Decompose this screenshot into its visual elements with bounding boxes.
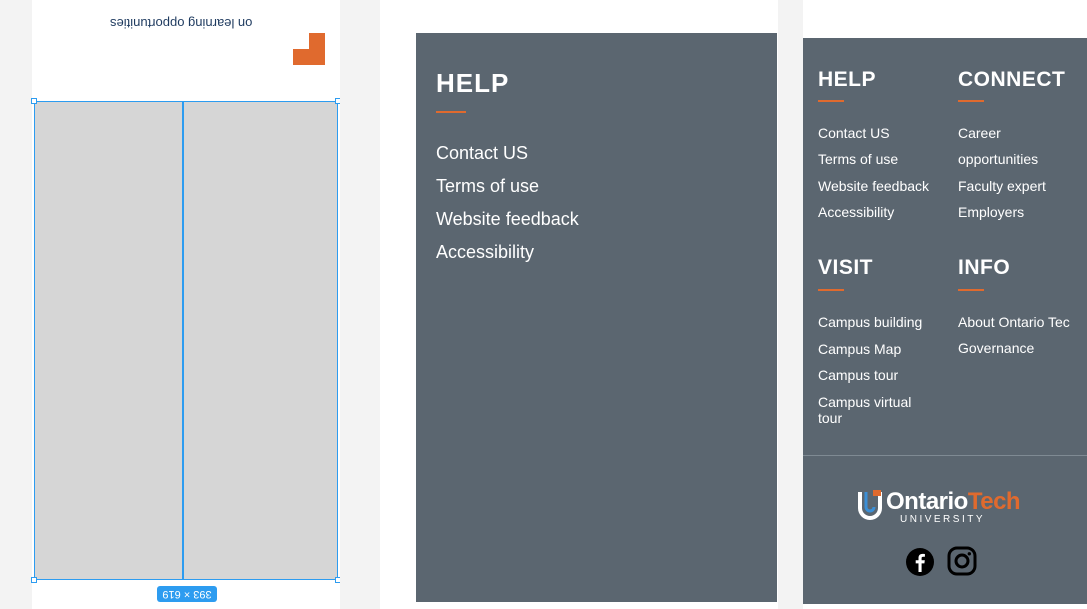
- resize-handle-top-left[interactable]: [31, 98, 37, 104]
- help-heading: HELP: [818, 68, 877, 91]
- dimension-badge: 393 × 619: [157, 586, 217, 602]
- link-terms-of-use[interactable]: Terms of use: [818, 151, 898, 167]
- shield-logo-icon: [858, 490, 882, 520]
- canvas-gutter-left: [0, 0, 32, 609]
- link-employers[interactable]: Employers: [958, 204, 1024, 220]
- mirrored-caption: on learning opportunities: [110, 16, 253, 31]
- link-campus-map[interactable]: Campus Map: [818, 341, 901, 357]
- resize-handle-bottom-left[interactable]: [31, 577, 37, 583]
- selected-frame[interactable]: [34, 101, 338, 580]
- link-campus-building[interactable]: Campus building: [818, 314, 922, 330]
- link-faculty-expert[interactable]: Faculty expert: [958, 178, 1046, 194]
- link-contact-us[interactable]: Contact US: [818, 125, 890, 141]
- link-campus-virtual-tour-cont[interactable]: tour: [818, 410, 842, 426]
- logo-word-main: Ontario: [886, 488, 968, 515]
- link-campus-virtual-tour[interactable]: Campus virtual: [818, 394, 911, 410]
- link-contact-us[interactable]: Contact US: [436, 143, 528, 164]
- footer-panel-mobile: [416, 33, 777, 602]
- link-campus-tour[interactable]: Campus tour: [818, 367, 898, 383]
- facebook-icon[interactable]: [905, 547, 935, 577]
- link-career-opportunities[interactable]: opportunities: [958, 151, 1038, 167]
- canvas-gutter: [340, 0, 380, 609]
- logo-subtitle: UNIVERSITY: [900, 514, 986, 525]
- logo-word-accent: Tech: [967, 488, 1021, 515]
- heading-accent-line: [958, 100, 984, 102]
- heading-accent-line: [958, 289, 984, 291]
- connect-heading: CONNECT: [958, 68, 1066, 91]
- canvas-gutter: [778, 0, 803, 609]
- link-accessibility[interactable]: Accessibility: [818, 204, 894, 220]
- logo-wordmark: OntarioTech: [886, 488, 1021, 516]
- link-about-ontario-tech[interactable]: About Ontario Tec: [958, 314, 1070, 330]
- heading-accent-line: [818, 289, 844, 291]
- link-terms-of-use[interactable]: Terms of use: [436, 176, 539, 197]
- heading-accent-line: [818, 100, 844, 102]
- info-heading: INFO: [958, 256, 1011, 279]
- help-heading: HELP: [436, 68, 510, 98]
- link-accessibility[interactable]: Accessibility: [436, 242, 534, 263]
- link-website-feedback[interactable]: Website feedback: [436, 209, 579, 230]
- link-career[interactable]: Career: [958, 125, 1001, 141]
- heading-accent-line: [436, 111, 466, 113]
- link-website-feedback[interactable]: Website feedback: [818, 178, 929, 194]
- visit-heading: VISIT: [818, 256, 874, 279]
- footer-divider: [803, 455, 1087, 456]
- instagram-icon[interactable]: [947, 546, 977, 576]
- link-governance[interactable]: Governance: [958, 340, 1034, 356]
- orange-shape-icon: [293, 33, 325, 65]
- frame-column-divider: [182, 101, 184, 580]
- ontario-tech-logo[interactable]: OntarioTech UNIVERSITY: [856, 486, 1036, 530]
